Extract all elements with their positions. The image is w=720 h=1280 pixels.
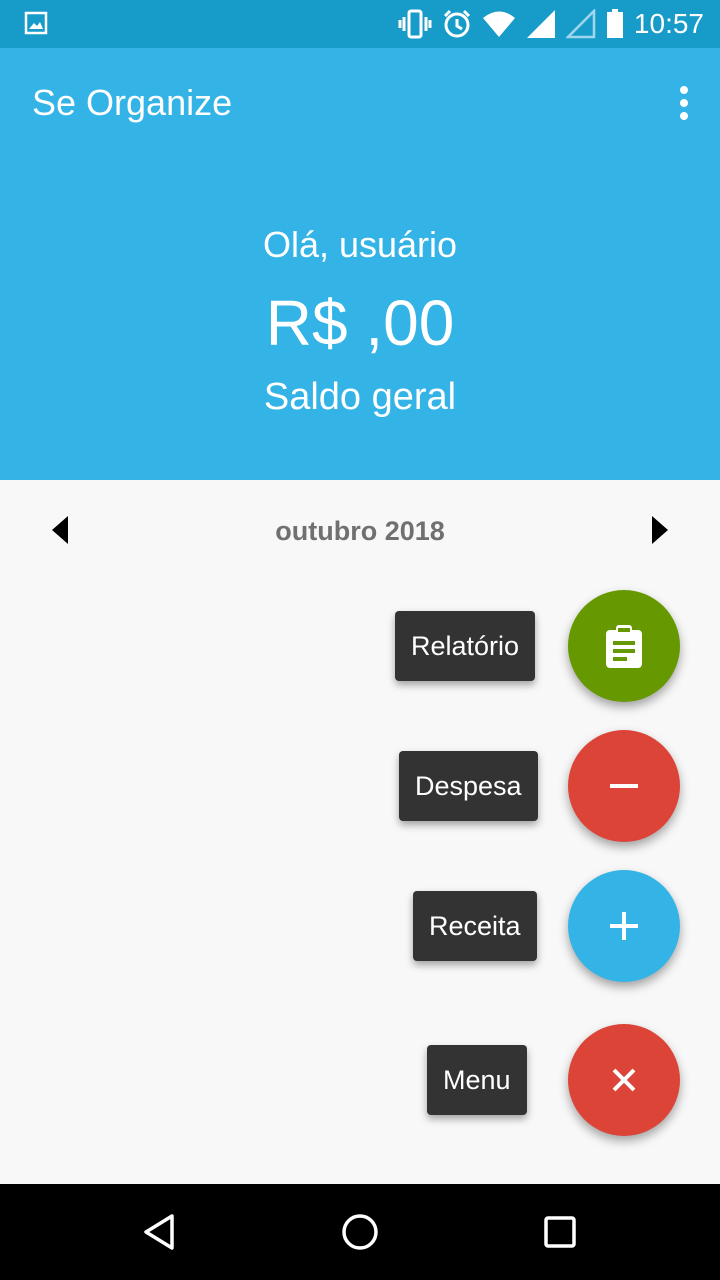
despesa-button[interactable] [568, 730, 680, 842]
signal-empty-icon [566, 9, 596, 39]
arrow-right-icon[interactable] [644, 514, 674, 546]
alarm-icon [443, 9, 471, 38]
app-bar: Se Organize Olá, usuário R$ ,00 Saldo ge… [0, 48, 720, 480]
month-navigator: outubro 2018 [0, 480, 720, 580]
status-bar: 10:57 [0, 0, 720, 48]
app-title: Se Organize [32, 82, 233, 123]
fab-label-menu[interactable]: Menu [427, 1045, 527, 1115]
battery-icon [607, 9, 623, 38]
more-vert-icon[interactable] [676, 86, 692, 126]
signal-icon [527, 10, 555, 38]
fab-label-relatorio[interactable]: Relatório [395, 611, 536, 681]
system-nav-bar [0, 1184, 720, 1280]
status-time: 10:57 [633, 8, 704, 39]
balance-label: Saldo geral [263, 376, 457, 418]
receita-button[interactable] [568, 870, 680, 982]
plus-icon [610, 912, 638, 940]
back-icon[interactable] [140, 1212, 180, 1252]
recents-icon[interactable] [540, 1212, 580, 1252]
minus-icon [610, 784, 638, 788]
fab-label-despesa[interactable]: Despesa [399, 751, 538, 821]
clipboard-icon [606, 625, 642, 668]
month-label: outubro 2018 [275, 516, 445, 546]
vibrate-icon [398, 9, 432, 39]
home-icon[interactable] [340, 1212, 380, 1252]
fab-label-receita[interactable]: Receita [413, 891, 537, 961]
relatorio-button[interactable] [568, 590, 680, 702]
greeting-text: Olá, usuário [262, 224, 458, 265]
menu-close-button[interactable] [568, 1024, 680, 1136]
image-icon [24, 11, 48, 35]
close-icon [612, 1068, 636, 1092]
balance-amount: R$ ,00 [265, 287, 455, 359]
status-icons [398, 8, 624, 40]
wifi-icon [483, 11, 515, 37]
